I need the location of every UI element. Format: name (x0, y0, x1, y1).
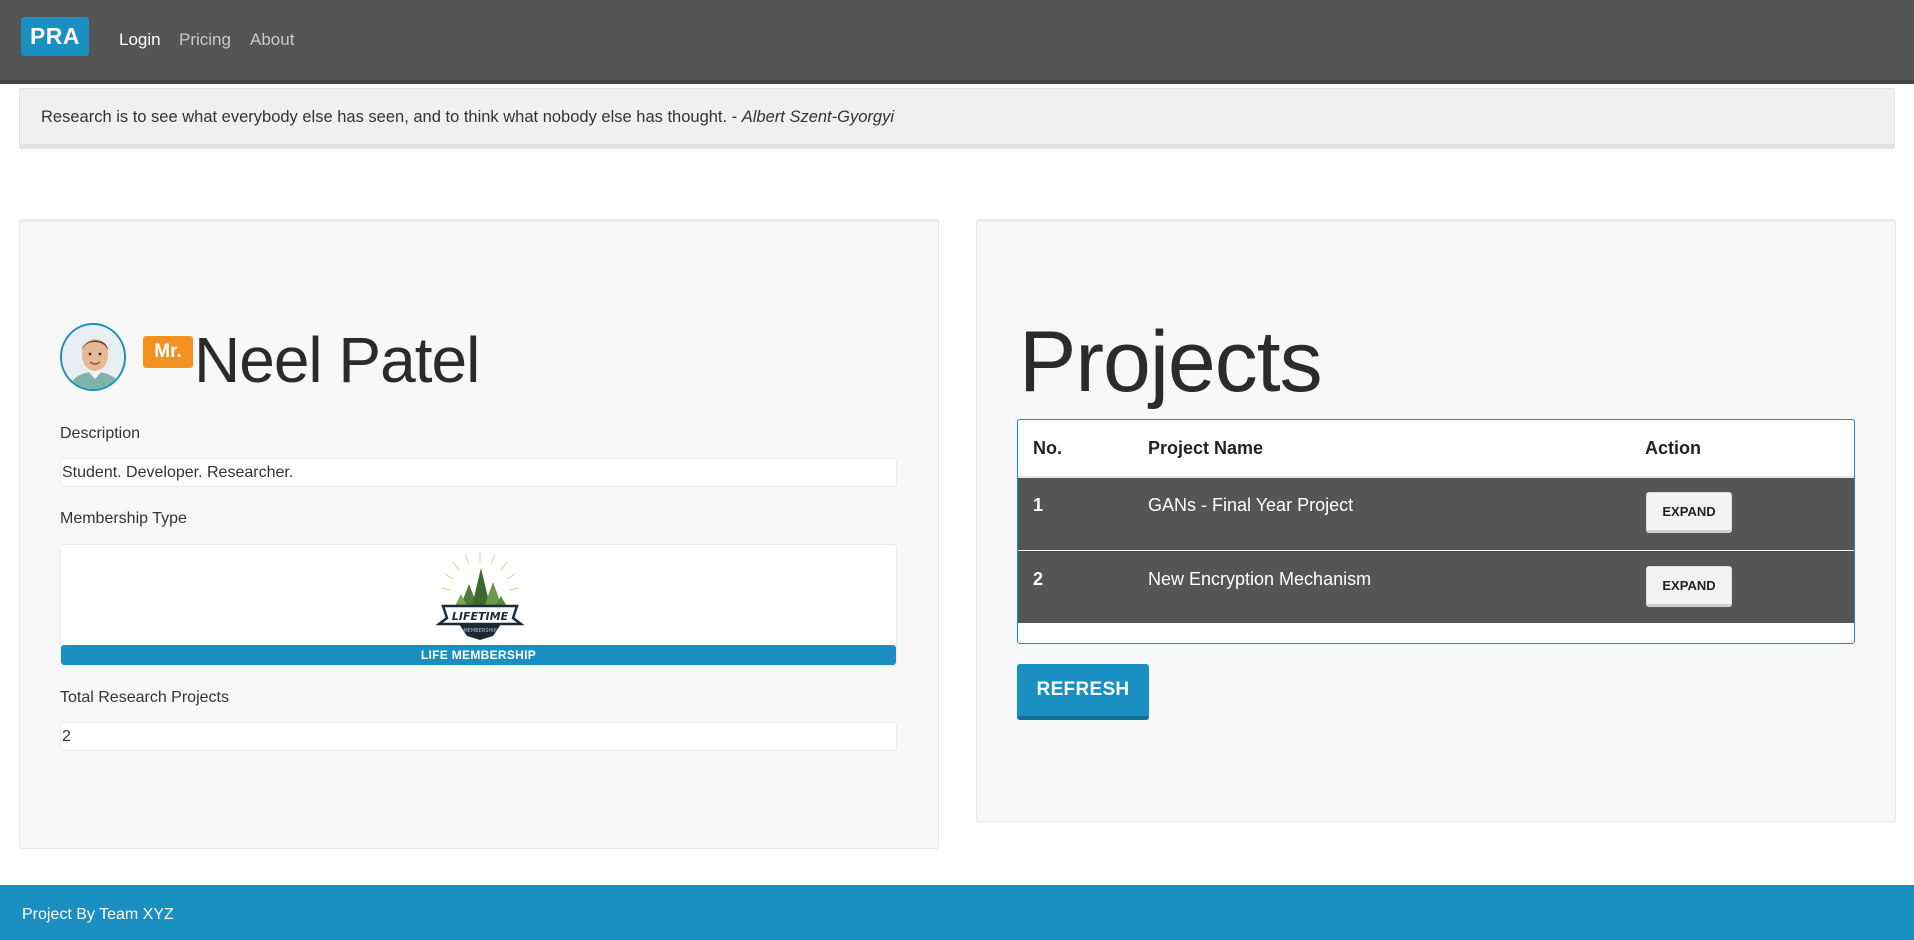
row-number: 2 (1033, 569, 1044, 589)
column-header-no: No. (1033, 438, 1062, 458)
person-photo-icon (62, 325, 124, 389)
nav-login[interactable]: Login (119, 30, 161, 50)
profile-name: Neel Patel (194, 324, 480, 396)
expand-button[interactable]: EXPAND (1646, 492, 1732, 533)
membership-label: Membership Type (60, 510, 187, 527)
nav-pricing[interactable]: Pricing (179, 30, 231, 50)
nav-about[interactable]: About (250, 30, 294, 50)
footer-text: Project By Team XYZ (22, 906, 174, 923)
description-label: Description (60, 425, 141, 442)
title-badge: Mr. (143, 336, 193, 368)
avatar (60, 323, 126, 391)
table-header: No. Project Name Action (1018, 420, 1854, 478)
quote-text: Research is to see what everybody else h… (41, 108, 742, 126)
quote-author: Albert Szent-Gyorgyi (741, 108, 894, 126)
brand-logo[interactable]: PRA (21, 17, 89, 56)
membership-card: LIFETIME MEMBERSHIP LIFE MEMBERSHIP (60, 544, 897, 666)
membership-bar: LIFE MEMBERSHIP (61, 645, 896, 665)
badge-title-text: LIFETIME (452, 610, 509, 623)
expand-button[interactable]: EXPAND (1646, 566, 1732, 607)
footer: Project By Team XYZ (0, 885, 1914, 940)
projects-table: No. Project Name Action 1 GANs - Final Y… (1017, 419, 1855, 644)
projects-count-label: Total Research Projects (60, 689, 229, 706)
projects-panel: Projects No. Project Name Action 1 GANs … (976, 219, 1896, 822)
quote-banner: Research is to see what everybody else h… (19, 88, 1895, 149)
badge-subtitle-text: MEMBERSHIP (463, 628, 496, 634)
row-number: 1 (1033, 495, 1044, 515)
description-field: Student. Developer. Researcher. (60, 458, 897, 487)
table-row: 1 GANs - Final Year Project EXPAND (1018, 478, 1854, 550)
top-navbar: PRA Login Pricing About (0, 0, 1914, 84)
table-row: 2 New Encryption Mechanism EXPAND (1018, 551, 1854, 623)
refresh-button[interactable]: REFRESH (1017, 664, 1149, 720)
lifetime-membership-badge-icon: LIFETIME MEMBERSHIP (435, 552, 525, 640)
profile-panel: Mr. Neel Patel Description Student. Deve… (19, 219, 939, 849)
column-header-action: Action (1645, 438, 1701, 458)
row-project-name: GANs - Final Year Project (1148, 495, 1354, 515)
column-header-project-name: Project Name (1148, 438, 1264, 458)
projects-count-field: 2 (60, 722, 897, 751)
projects-title: Projects (1019, 314, 1323, 410)
row-project-name: New Encryption Mechanism (1148, 569, 1372, 589)
